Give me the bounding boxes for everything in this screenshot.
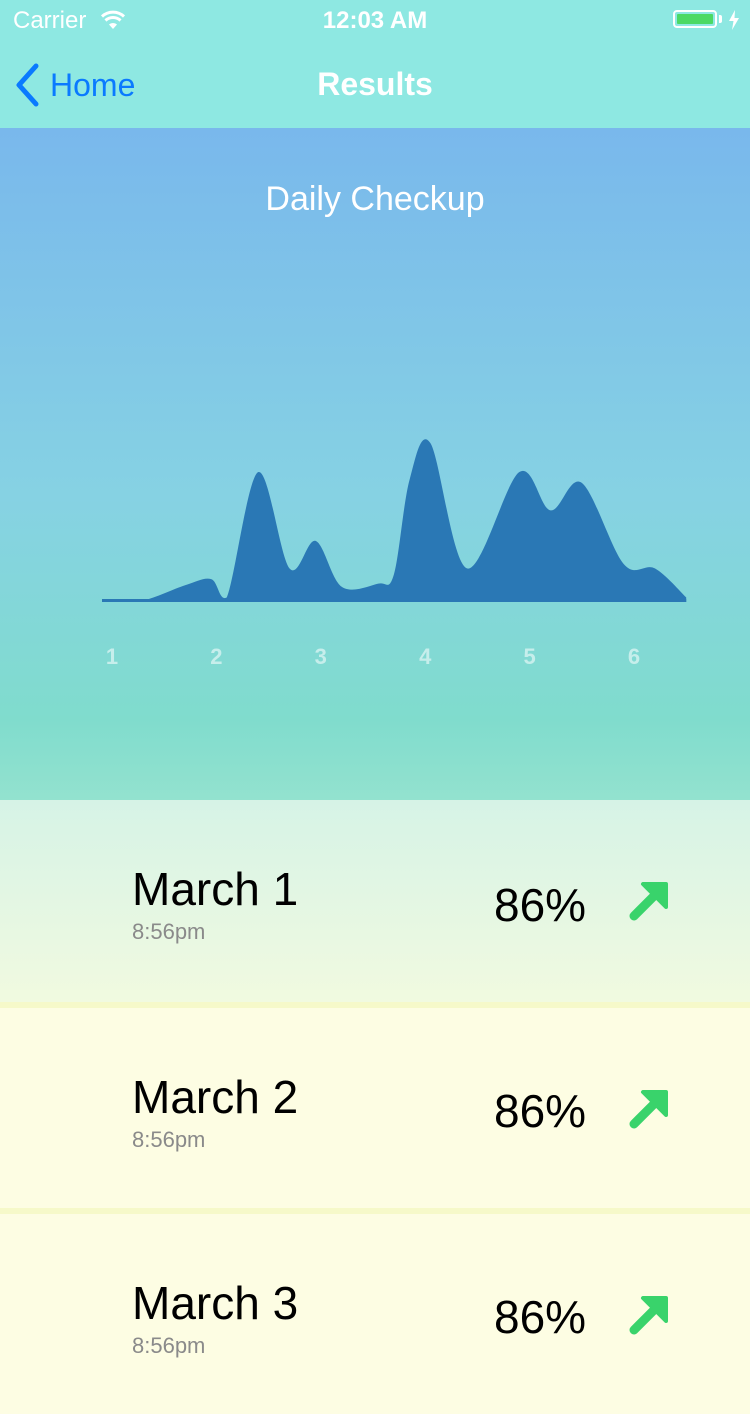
status-time: 12:03 AM <box>322 7 428 34</box>
result-time: 8:56pm <box>132 1127 206 1152</box>
result-score: 86% <box>494 1085 587 1137</box>
charging-bolt-icon <box>729 10 739 30</box>
x-tick-label: 2 <box>210 644 222 669</box>
chart-area-series <box>112 439 687 602</box>
up-arrow-icon <box>629 1090 668 1129</box>
result-row[interactable]: March 3 8:56pm 86% <box>0 1214 750 1414</box>
x-tick-label: 4 <box>419 644 432 669</box>
up-arrow-icon <box>629 882 668 921</box>
result-time: 8:56pm <box>132 919 206 944</box>
status-bar: Carrier 12:03 AM <box>0 0 750 40</box>
result-score: 86% <box>494 1291 587 1343</box>
result-date: March 2 <box>132 1071 299 1123</box>
result-time: 8:56pm <box>132 1333 206 1358</box>
navigation-header: Carrier 12:03 AM Home Results <box>0 0 750 128</box>
result-date: March 3 <box>132 1277 299 1329</box>
x-tick-label: 5 <box>523 644 535 669</box>
x-tick-label: 6 <box>628 644 640 669</box>
result-row[interactable]: March 2 8:56pm 86% <box>0 1008 750 1208</box>
chart-panel: Daily Checkup 123456 <box>0 128 750 800</box>
result-score: 86% <box>494 879 587 931</box>
x-tick-label: 3 <box>315 644 327 669</box>
battery-tip <box>719 15 722 23</box>
chart-baseline <box>102 599 687 602</box>
daily-checkup-chart: 1 2 3 4 5 6 <box>102 439 687 669</box>
x-tick-label: 1 <box>106 644 118 669</box>
battery-icon <box>673 10 717 28</box>
page-title: Results <box>317 66 433 102</box>
up-arrow-icon <box>629 1296 668 1335</box>
result-row[interactable]: March 1 8:56pm 86% <box>0 800 750 1002</box>
result-date: March 1 <box>132 863 299 915</box>
